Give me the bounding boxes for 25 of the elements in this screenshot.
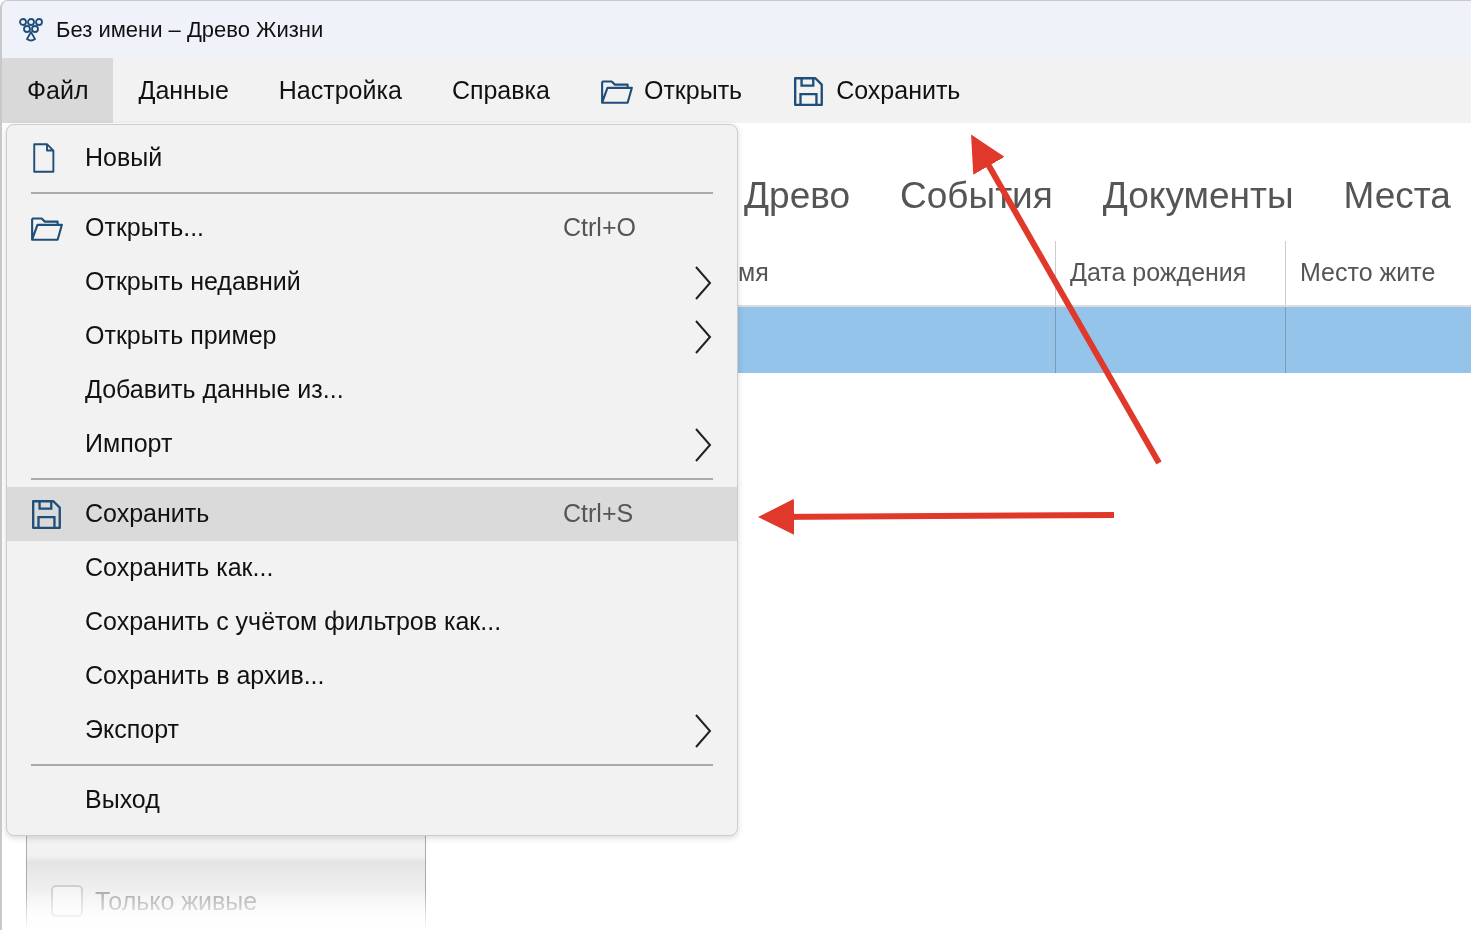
- toolbar-button[interactable]: Сохранить: [767, 58, 986, 123]
- menu-item[interactable]: Добавить данные из...: [7, 363, 737, 417]
- menu-item[interactable]: Сохранить в архив...: [7, 649, 737, 703]
- menu-item[interactable]: Импорт: [7, 417, 737, 471]
- menu-item[interactable]: Настройка: [253, 58, 427, 123]
- menu-item[interactable]: Открыть пример: [7, 309, 737, 363]
- shortcut-label: Ctrl+S: [563, 498, 635, 530]
- menu-item[interactable]: Данные: [113, 58, 254, 123]
- tab[interactable]: Места: [1343, 151, 1451, 241]
- menu-item[interactable]: Выход: [7, 773, 737, 827]
- menu-item[interactable]: Сохранить с учётом фильтров как...: [7, 595, 737, 649]
- menu-item[interactable]: Сохранить как...: [7, 541, 737, 595]
- menu-item[interactable]: Экспорт: [7, 703, 737, 757]
- app-logo-icon: [18, 16, 44, 43]
- tab[interactable]: Древо: [744, 151, 851, 241]
- menu-item[interactable]: Справка: [426, 58, 575, 123]
- toolbar-button[interactable]: Открыть: [574, 58, 768, 123]
- shortcut-label: Ctrl+O: [563, 212, 637, 244]
- tab[interactable]: Документы: [1102, 151, 1294, 241]
- menu-item[interactable]: Файл: [2, 58, 114, 123]
- column-header[interactable]: Дата рождения: [1056, 241, 1286, 305]
- menu-item[interactable]: Сохранить Ctrl+S: [7, 487, 737, 541]
- window-title: Без имени – Древо Жизни: [56, 16, 324, 44]
- menu-item[interactable]: Новый: [7, 131, 737, 185]
- column-header[interactable]: Место жите: [1286, 241, 1471, 305]
